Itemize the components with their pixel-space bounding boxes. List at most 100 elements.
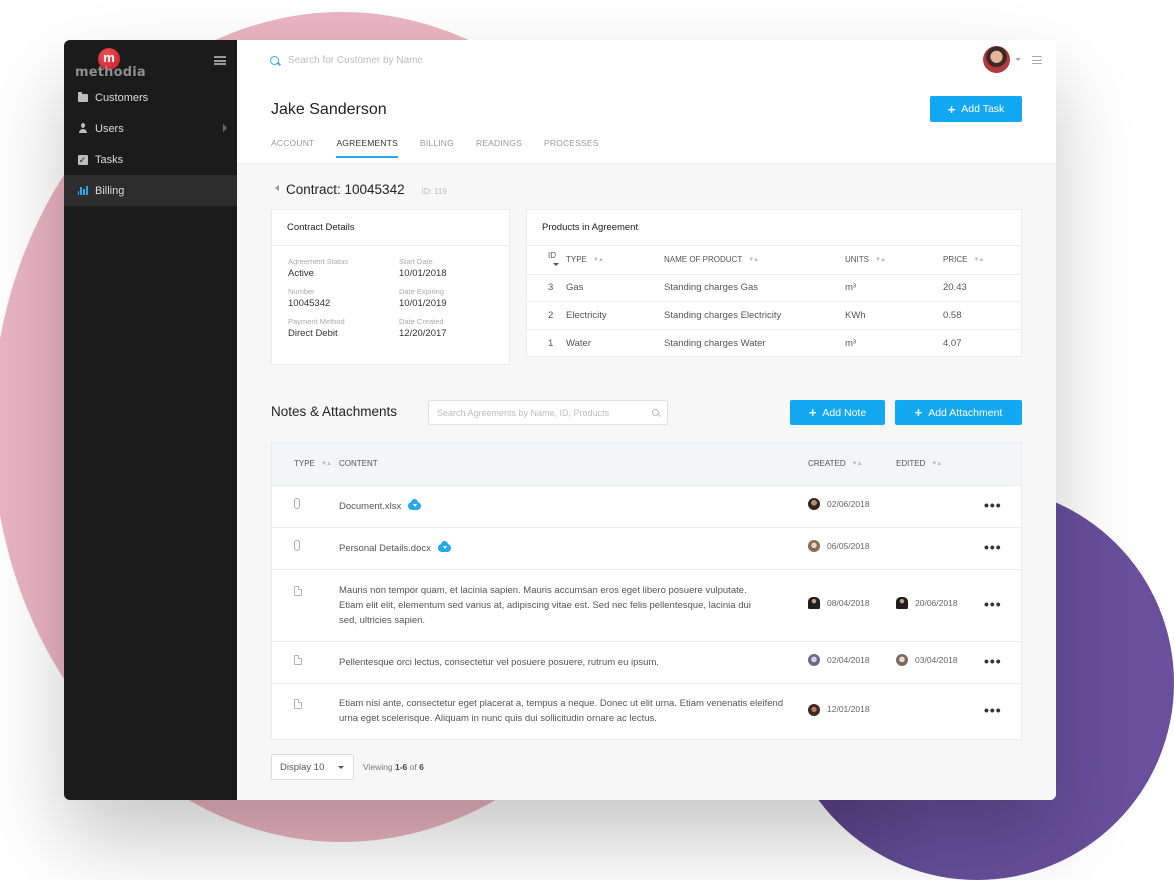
avatar xyxy=(808,540,820,553)
sort-icon[interactable]: ▼▲ xyxy=(852,461,863,467)
add-note-button[interactable]: + Add Note xyxy=(790,400,885,425)
table-row[interactable]: Personal Details.docx 06/05/2018 ••• xyxy=(272,526,1021,569)
col-created[interactable]: CREATED ▼▲ xyxy=(808,443,896,485)
type-cell xyxy=(272,568,339,641)
attachment-name[interactable]: Document.xlsx xyxy=(339,501,401,512)
field-label: Date Created xyxy=(399,317,444,326)
tab-agreements[interactable]: AGREEMENTS xyxy=(336,138,398,158)
plus-icon: + xyxy=(914,405,923,420)
actions-cell: ••• xyxy=(984,568,1021,641)
add-task-button[interactable]: + Add Task xyxy=(930,96,1022,122)
more-dots-icon[interactable]: ••• xyxy=(984,702,1002,718)
more-dots-icon[interactable]: ••• xyxy=(984,539,1002,555)
col-price[interactable]: PRICE ▼▲ xyxy=(943,246,1021,275)
bar-chart-icon xyxy=(77,185,88,196)
sidebar-item-billing[interactable]: Billing xyxy=(64,175,237,206)
cloud-download-icon[interactable] xyxy=(408,498,422,510)
sort-icon[interactable]: ▼▲ xyxy=(973,257,984,263)
col-actions xyxy=(984,443,1021,485)
document-icon xyxy=(294,654,302,665)
col-label: PRICE xyxy=(943,255,968,265)
col-type[interactable]: TYPE ▼▲ xyxy=(566,246,664,275)
add-note-label: Add Note xyxy=(822,406,867,419)
col-id[interactable]: ID xyxy=(527,246,566,275)
created-cell: 02/06/2018 xyxy=(808,484,896,527)
sort-icon[interactable]: ▼▲ xyxy=(875,257,886,263)
sidebar: m methodia Customers Users ✓ Tasks Billi… xyxy=(64,40,237,800)
tab-billing[interactable]: BILLING xyxy=(420,138,454,158)
notes-section-title: Notes & Attachments xyxy=(271,404,398,419)
customer-tabs: ACCOUNT AGREEMENTS BILLING READINGS PROC… xyxy=(271,138,621,158)
product-units: m³ xyxy=(845,337,857,349)
actions-cell: ••• xyxy=(984,682,1021,739)
paperclip-icon xyxy=(294,498,300,509)
field-value: 10/01/2019 xyxy=(399,298,447,309)
actions-cell: ••• xyxy=(984,526,1021,569)
sidebar-item-users[interactable]: Users xyxy=(64,113,237,144)
sort-icon[interactable]: ▼▲ xyxy=(321,461,332,467)
product-type: Water xyxy=(566,337,591,349)
more-dots-icon[interactable]: ••• xyxy=(984,596,1002,612)
user-avatar[interactable] xyxy=(983,46,1010,73)
more-dots-icon[interactable]: ••• xyxy=(984,653,1002,669)
more-dots-icon[interactable]: ••• xyxy=(984,497,1002,513)
field-value: Active xyxy=(288,268,314,279)
back-arrow-icon[interactable] xyxy=(275,185,279,191)
notes-search-input[interactable] xyxy=(437,407,652,418)
sort-desc-icon[interactable] xyxy=(553,263,559,267)
tab-readings[interactable]: READINGS xyxy=(476,138,522,158)
table-row[interactable]: Mauris non tempor quam, et lacinia sapie… xyxy=(272,568,1021,641)
col-units[interactable]: UNITS ▼▲ xyxy=(845,246,943,275)
col-type[interactable]: TYPE ▼▲ xyxy=(272,443,339,485)
field-agreement-status: Agreement Status Active xyxy=(288,257,399,279)
table-row[interactable]: 2 Electricity Standing charges Electrici… xyxy=(527,301,1021,330)
sidebar-item-customers[interactable]: Customers xyxy=(64,82,237,113)
table-row[interactable]: Etiam nisi ante, consectetur eget placer… xyxy=(272,682,1021,739)
contract-details-grid: Agreement Status Active Start Date 10/01/2… xyxy=(272,246,509,339)
sidebar-nav: Customers Users ✓ Tasks Billing xyxy=(64,82,237,206)
edited-cell xyxy=(896,526,984,569)
actions-cell: ••• xyxy=(984,640,1021,683)
customer-search-input[interactable] xyxy=(288,55,528,66)
product-price: 20.43 xyxy=(943,274,1021,302)
sidebar-collapse-menu-icon[interactable] xyxy=(214,56,226,65)
product-name: Standing charges Electricity xyxy=(664,301,845,330)
viewing-count: Viewing 1-6 of 6 xyxy=(363,762,424,772)
tab-processes[interactable]: PROCESSES xyxy=(544,138,599,158)
methodia-logo[interactable]: m methodia xyxy=(74,48,146,84)
attachment-name[interactable]: Personal Details.docx xyxy=(339,543,431,554)
caret-down-icon xyxy=(338,766,344,769)
product-units: m³ xyxy=(845,274,943,302)
menu-icon[interactable] xyxy=(1032,56,1042,64)
col-edited[interactable]: EDITED ▼▲ xyxy=(896,443,984,485)
created-date: 08/04/2018 xyxy=(827,597,870,608)
table-row[interactable]: Document.xlsx 02/06/2018 ••• xyxy=(272,484,1021,527)
viewing-prefix: Viewing xyxy=(363,762,393,772)
marketing-stage: m methodia Customers Users ✓ Tasks Billi… xyxy=(0,0,1174,880)
table-row[interactable]: Pellentesque orci lectus, consectetur ve… xyxy=(272,640,1021,683)
table-row[interactable]: 3 Gas Standing charges Gas m³ 20.43 xyxy=(527,274,1021,302)
cloud-download-icon[interactable] xyxy=(437,540,451,552)
sidebar-item-tasks[interactable]: ✓ Tasks xyxy=(64,144,237,175)
sort-icon[interactable]: ▼▲ xyxy=(931,461,942,467)
products-table: ID TYPE ▼▲ NAME OF PRODUCT ▼▲ UNITS ▼▲ PRIC… xyxy=(527,246,1021,357)
add-attachment-label: Add Attachment xyxy=(928,406,1003,419)
sort-icon[interactable]: ▼▲ xyxy=(748,257,759,263)
add-attachment-button[interactable]: + Add Attachment xyxy=(895,400,1022,425)
field-label: Number xyxy=(288,287,315,296)
search-icon[interactable] xyxy=(652,409,659,416)
col-label: NAME OF PRODUCT xyxy=(664,255,743,265)
sort-icon[interactable]: ▼▲ xyxy=(593,257,604,263)
add-task-label: Add Task xyxy=(961,103,1005,115)
caret-down-icon[interactable] xyxy=(1015,58,1021,61)
document-icon xyxy=(294,698,302,709)
col-name[interactable]: NAME OF PRODUCT ▼▲ xyxy=(664,246,845,275)
col-label: UNITS xyxy=(845,255,869,265)
page-size-value: Display 10 xyxy=(280,761,325,773)
tab-account[interactable]: ACCOUNT xyxy=(271,138,314,158)
table-row[interactable]: 1 Water Standing charges Water m³ 4.07 xyxy=(527,329,1021,357)
page-size-select[interactable]: Display 10 xyxy=(271,754,354,780)
field-label: Start Date xyxy=(399,257,433,266)
created-date: 02/06/2018 xyxy=(827,498,870,509)
product-name: Standing charges Water xyxy=(664,337,766,349)
